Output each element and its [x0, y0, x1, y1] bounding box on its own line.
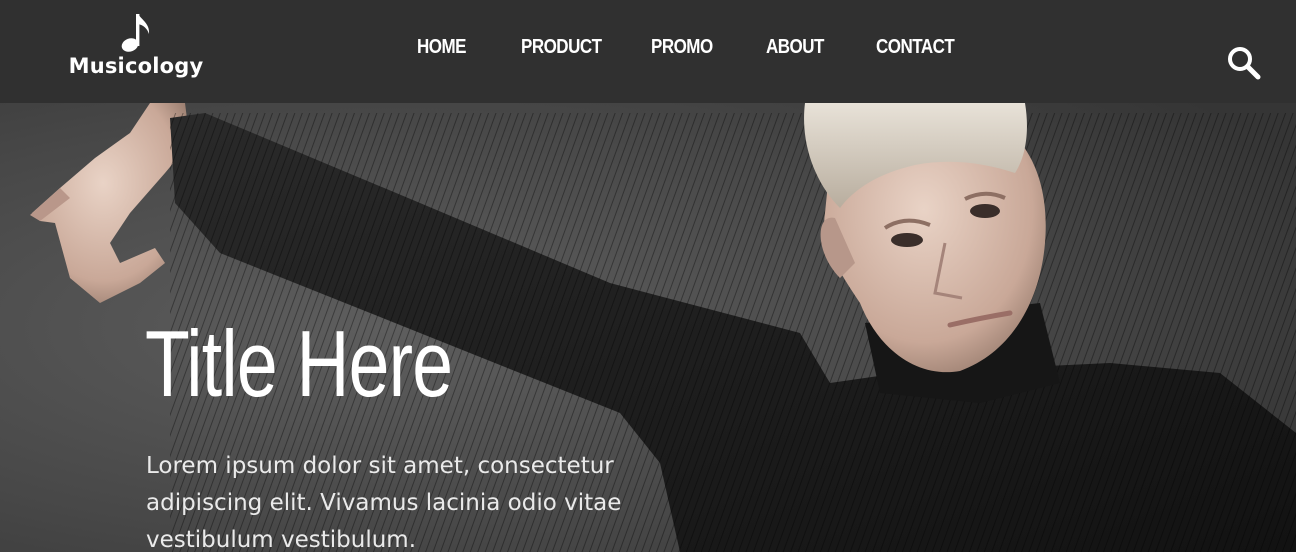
search-button[interactable]: [1226, 45, 1262, 81]
search-icon: [1228, 47, 1261, 80]
nav-link-contact[interactable]: CONTACT: [876, 36, 955, 59]
hero-title: Title Here: [145, 311, 453, 416]
hero-section: Title Here Lorem ipsum dolor sit amet, c…: [0, 103, 1296, 552]
music-note-icon: [121, 14, 150, 52]
nav-link-home[interactable]: HOME: [417, 36, 466, 59]
brand-logo-link[interactable]: Musicology: [68, 12, 204, 84]
nav-link-promo[interactable]: PROMO: [651, 36, 713, 59]
nav-link-about[interactable]: ABOUT: [766, 36, 824, 59]
navbar: Musicology HOME PRODUCT PROMO ABOUT CONT…: [0, 0, 1296, 103]
hero-text: Lorem ipsum dolor sit amet, consectetur …: [146, 453, 622, 552]
brand-name: Musicology: [68, 54, 204, 78]
nav-link-product[interactable]: PRODUCT: [521, 36, 602, 59]
